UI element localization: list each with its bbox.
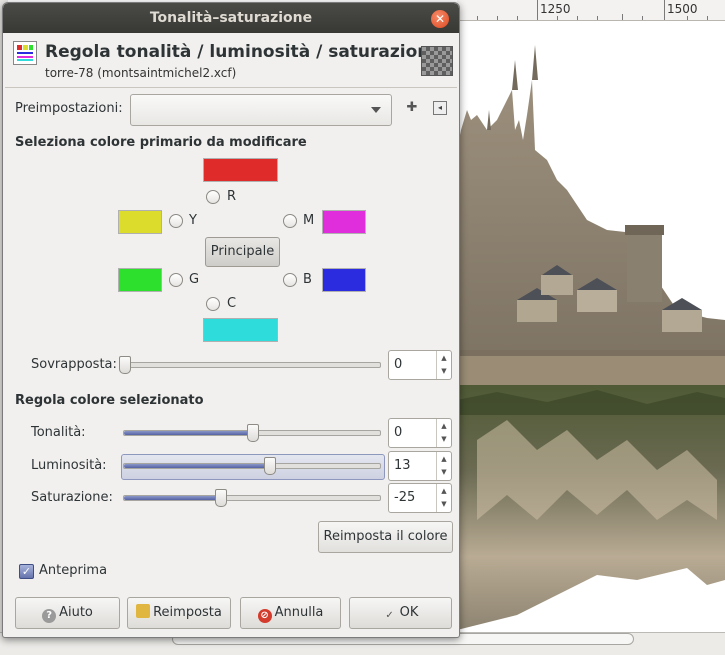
arrow-up-icon[interactable]: ▲ bbox=[437, 455, 451, 463]
reset-button[interactable]: Reimposta bbox=[127, 597, 231, 629]
presets-label: Preimpostazioni: bbox=[15, 101, 123, 116]
cyan-radio[interactable] bbox=[206, 297, 220, 311]
magenta-radio-label: M bbox=[303, 213, 315, 228]
magenta-radio[interactable] bbox=[283, 214, 297, 228]
ok-icon: ✓ bbox=[385, 610, 394, 621]
arrow-down-icon[interactable]: ▼ bbox=[437, 367, 451, 375]
help-icon: ? bbox=[42, 609, 57, 623]
ruler-tick bbox=[537, 0, 538, 20]
hue-slider[interactable] bbox=[123, 424, 381, 442]
lightness-slider[interactable] bbox=[123, 457, 381, 475]
dialog-header-title: Regola tonalità / luminosità / saturazio… bbox=[45, 42, 441, 62]
arrow-down-icon[interactable]: ▼ bbox=[437, 435, 451, 443]
lightness-slider-fill bbox=[124, 464, 269, 468]
red-swatch bbox=[203, 158, 278, 182]
blue-radio-label: B bbox=[303, 272, 312, 287]
reset-button-label: Reimposta bbox=[153, 605, 222, 620]
reset-color-button[interactable]: Reimposta il colore bbox=[318, 521, 453, 553]
cancel-button-label: Annulla bbox=[274, 605, 324, 620]
overlap-slider[interactable] bbox=[119, 356, 381, 374]
magenta-swatch bbox=[322, 210, 366, 234]
saturation-slider[interactable] bbox=[123, 489, 381, 507]
close-button[interactable]: ✕ bbox=[431, 10, 449, 28]
header-separator bbox=[5, 87, 457, 88]
chevron-down-icon bbox=[371, 107, 381, 113]
yellow-radio[interactable] bbox=[169, 214, 183, 228]
lightness-label: Luminosità: bbox=[31, 458, 107, 473]
saturation-stepper[interactable]: ▲ ▼ bbox=[436, 484, 451, 512]
ok-button-label: OK bbox=[399, 605, 419, 620]
lightness-spinbox[interactable]: 13 ▲ ▼ bbox=[388, 451, 452, 481]
green-swatch bbox=[118, 268, 162, 292]
lightness-slider-thumb[interactable] bbox=[263, 457, 276, 475]
dialog-title: Tonalità–saturazione bbox=[149, 10, 313, 26]
ok-button[interactable]: ✓ OK bbox=[349, 597, 452, 629]
lightness-value: 13 bbox=[394, 458, 411, 473]
saturation-label: Saturazione: bbox=[31, 490, 113, 505]
cyan-swatch bbox=[203, 318, 278, 342]
yellow-swatch bbox=[118, 210, 162, 234]
arrow-down-icon[interactable]: ▼ bbox=[437, 468, 451, 476]
adjust-section-title: Regola colore selezionato bbox=[15, 393, 204, 408]
ruler-label: 1500 bbox=[667, 2, 698, 16]
lightness-stepper[interactable]: ▲ ▼ bbox=[436, 452, 451, 480]
hue-stepper[interactable]: ▲ ▼ bbox=[436, 419, 451, 447]
arrow-up-icon[interactable]: ▲ bbox=[437, 354, 451, 362]
horizontal-ruler: 1250 1500 bbox=[457, 0, 725, 21]
dialog-titlebar[interactable]: Tonalità–saturazione ✕ bbox=[3, 3, 459, 33]
presets-dropdown[interactable] bbox=[130, 94, 392, 126]
arrow-up-icon[interactable]: ▲ bbox=[437, 422, 451, 430]
arrow-down-icon[interactable]: ▼ bbox=[437, 500, 451, 508]
hue-slider-fill bbox=[124, 431, 252, 435]
primary-color-section-title: Seleziona colore primario da modificare bbox=[15, 135, 307, 150]
saturation-spinbox[interactable]: -25 ▲ ▼ bbox=[388, 483, 452, 513]
master-button[interactable]: Principale bbox=[205, 237, 280, 267]
dialog-header-subtitle: torre-78 (montsaintmichel2.xcf) bbox=[45, 66, 237, 80]
mont-saint-michel-image bbox=[457, 45, 725, 630]
green-radio-label: G bbox=[189, 272, 200, 287]
layer-thumbnail bbox=[421, 46, 453, 76]
saturation-slider-fill bbox=[124, 496, 220, 500]
red-radio[interactable] bbox=[206, 190, 220, 204]
hue-value: 0 bbox=[394, 425, 403, 440]
hue-spinbox[interactable]: 0 ▲ ▼ bbox=[388, 418, 452, 448]
saturation-slider-thumb[interactable] bbox=[215, 489, 227, 507]
hue-saturation-dialog: Tonalità–saturazione ✕ Regola tonalità /… bbox=[2, 2, 460, 638]
cyan-radio-label: C bbox=[227, 296, 237, 311]
reset-icon bbox=[136, 604, 151, 618]
yellow-radio-label: Y bbox=[189, 213, 197, 228]
overlap-spinbox[interactable]: 0 ▲ ▼ bbox=[388, 350, 452, 380]
preview-label: Anteprima bbox=[39, 563, 108, 578]
hue-label: Tonalità: bbox=[31, 425, 86, 440]
cancel-icon: ⊘ bbox=[257, 609, 272, 623]
overlap-slider-thumb[interactable] bbox=[119, 356, 131, 374]
cancel-button[interactable]: ⊘ Annulla bbox=[240, 597, 341, 629]
preset-menu-icon[interactable]: ◂ bbox=[433, 101, 447, 115]
blue-swatch bbox=[322, 268, 366, 292]
arrow-up-icon[interactable]: ▲ bbox=[437, 487, 451, 495]
red-radio-label: R bbox=[227, 189, 237, 204]
saturation-value: -25 bbox=[394, 490, 416, 505]
color-wheel-icon bbox=[17, 45, 33, 61]
add-preset-icon[interactable]: ✚ bbox=[405, 101, 419, 115]
green-radio[interactable] bbox=[169, 273, 183, 287]
ruler-tick bbox=[664, 0, 665, 20]
ruler-label: 1250 bbox=[540, 2, 571, 16]
blue-radio[interactable] bbox=[283, 273, 297, 287]
hue-slider-thumb[interactable] bbox=[247, 424, 259, 442]
help-button-label: Aiuto bbox=[59, 605, 93, 620]
overlap-label: Sovrapposta: bbox=[31, 357, 117, 372]
help-button[interactable]: ? Aiuto bbox=[15, 597, 120, 629]
preview-checkbox[interactable]: ✓ bbox=[19, 564, 34, 579]
overlap-stepper[interactable]: ▲ ▼ bbox=[436, 351, 451, 379]
overlap-value: 0 bbox=[394, 357, 403, 372]
hue-saturation-icon bbox=[13, 41, 37, 65]
